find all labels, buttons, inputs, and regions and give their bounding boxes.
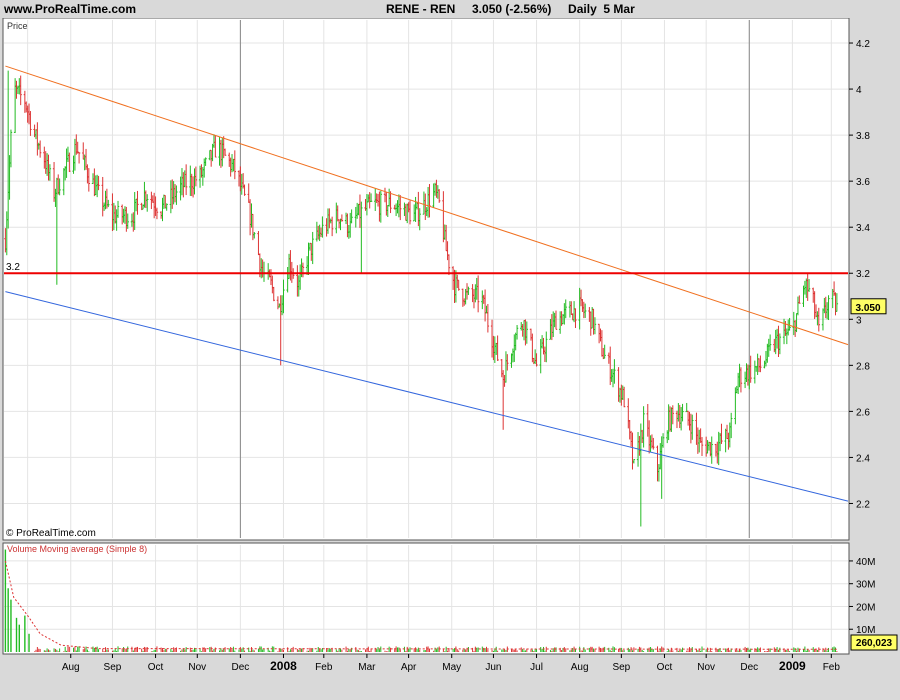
x-tick-label: Apr [401, 662, 417, 673]
resistance-line-label: 3.2 [6, 262, 20, 273]
last-volume-badge: 260,023 [850, 634, 898, 651]
x-tick-label: Mar [358, 662, 376, 673]
volume-panel [2, 542, 850, 655]
x-tick-label: May [442, 662, 461, 673]
volume-tick-label: 40M [856, 557, 875, 568]
price-tick-label: 3.4 [856, 223, 870, 234]
x-tick-label: Oct [148, 662, 164, 673]
price-tick-label: 2.2 [856, 499, 870, 510]
price-panel [2, 18, 850, 541]
site-name[interactable]: www.ProRealTime.com [4, 2, 136, 16]
last-price-badge: 3.050 [850, 298, 887, 315]
price-y-axis: 2.2 2.4 2.6 2.8 3 3.2 3.4 3.6 3.8 4 4.2 [849, 39, 870, 510]
price-tick-label: 3.2 [856, 269, 870, 280]
volume-tick-label: 20M [856, 602, 875, 613]
x-tick-label: Aug [62, 662, 80, 673]
price-tick-label: 2.8 [856, 361, 870, 372]
price-tick-label: 2.4 [856, 453, 870, 464]
x-tick-label: Feb [823, 662, 841, 673]
x-tick-label: Sep [612, 662, 630, 673]
x-tick-label: 2008 [270, 659, 297, 673]
copyright-label: © ProRealTime.com [6, 528, 96, 539]
price-tick-label: 2.6 [856, 407, 870, 418]
price-tick-label: 3.8 [856, 131, 870, 142]
last-volume-value: 260,023 [856, 638, 893, 649]
x-tick-label: Jun [485, 662, 501, 673]
volume-panel-label: Volume Moving average (Simple 8) [7, 544, 147, 554]
x-tick-label: Sep [104, 662, 122, 673]
x-tick-label: Aug [571, 662, 589, 673]
x-tick-label: Feb [315, 662, 333, 673]
x-axis: Aug Sep Oct Nov Dec 2008 Feb Mar Apr May Jun Jul Aug… [62, 654, 841, 673]
price-tick-label: 4 [856, 85, 862, 96]
last-price-value: 3.050 [855, 303, 880, 314]
quote-line: RENE - REN 3.050 (-2.56%) Daily 5 Mar [386, 2, 635, 16]
price-panel-label: Price [7, 21, 28, 31]
price-volume-chart[interactable]: Price © ProRealTime.com 3.2 2.2 2.4 2.6 2.8… [0, 18, 900, 700]
price-tick-label: 3.6 [856, 177, 870, 188]
x-tick-label: Dec [740, 662, 758, 673]
x-tick-label: Jul [530, 662, 543, 673]
x-tick-label: Nov [697, 662, 715, 673]
chart-window: www.ProRealTime.com RENE - REN 3.050 (-2… [0, 0, 900, 700]
price-tick-label: 3 [856, 315, 862, 326]
price-tick-label: 4.2 [856, 39, 870, 50]
x-tick-label: Oct [657, 662, 673, 673]
header-bar: www.ProRealTime.com RENE - REN 3.050 (-2… [0, 0, 900, 18]
x-tick-label: Dec [231, 662, 249, 673]
x-tick-label: Nov [188, 662, 206, 673]
volume-y-axis: 10M20M30M40M [849, 557, 875, 636]
volume-tick-label: 30M [856, 580, 875, 591]
x-tick-label: 2009 [779, 659, 806, 673]
